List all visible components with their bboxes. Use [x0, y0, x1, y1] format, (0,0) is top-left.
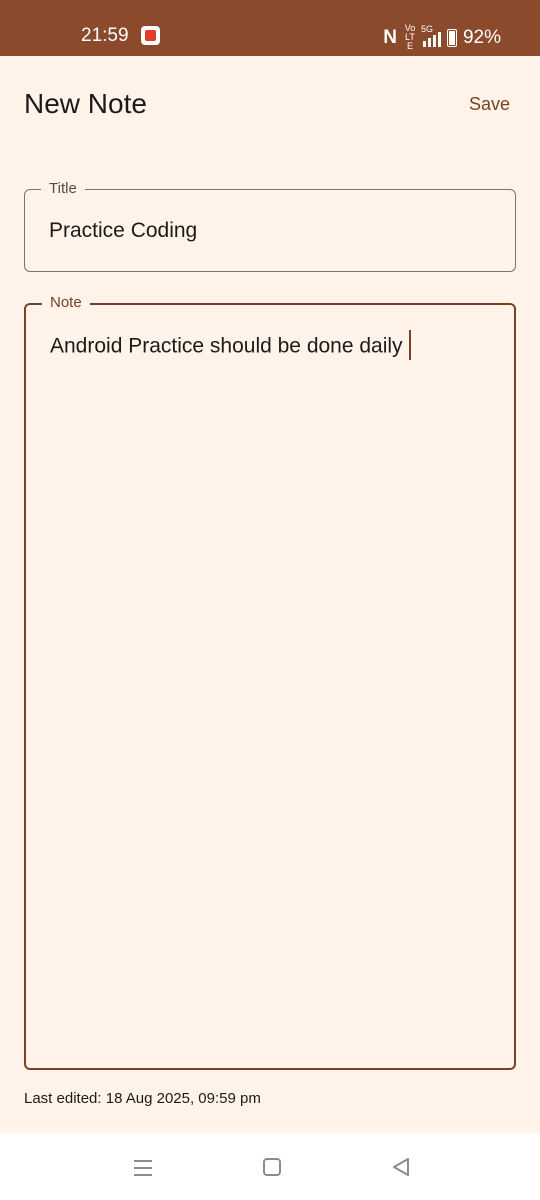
note-text: Android Practice should be done daily [50, 334, 403, 358]
title-field[interactable]: Title Practice Coding [24, 179, 516, 272]
recents-icon[interactable] [132, 1156, 156, 1180]
status-icons: N Vo LTE 5G 92% [383, 24, 501, 51]
battery-icon [446, 28, 457, 47]
app-notification-icon [141, 26, 160, 45]
volte-icon: Vo LTE [404, 23, 416, 51]
last-edited-timestamp: Last edited: 18 Aug 2025, 09:59 pm [24, 1090, 261, 1107]
page-title: New Note [24, 88, 147, 119]
status-time: 21:59 [81, 25, 129, 46]
text-cursor [408, 330, 411, 360]
save-button[interactable]: Save [469, 92, 510, 116]
battery-percent: 92% [462, 26, 501, 48]
back-icon[interactable] [390, 1156, 414, 1180]
nfc-icon: N [383, 26, 397, 48]
title-field-label: Title [41, 179, 85, 199]
network-label: 5G [420, 23, 433, 34]
note-field[interactable]: Note Android Practice should be done dai… [24, 293, 516, 1070]
title-input[interactable]: Practice Coding [49, 217, 197, 245]
status-bar: 21:59 N Vo LTE 5G 92% [0, 0, 540, 56]
signal-icon: 5G [421, 24, 441, 47]
home-icon[interactable] [261, 1156, 285, 1180]
note-field-label: Note [42, 293, 90, 313]
system-nav-bar [0, 1133, 540, 1200]
note-input[interactable]: Android Practice should be done daily [50, 330, 411, 362]
